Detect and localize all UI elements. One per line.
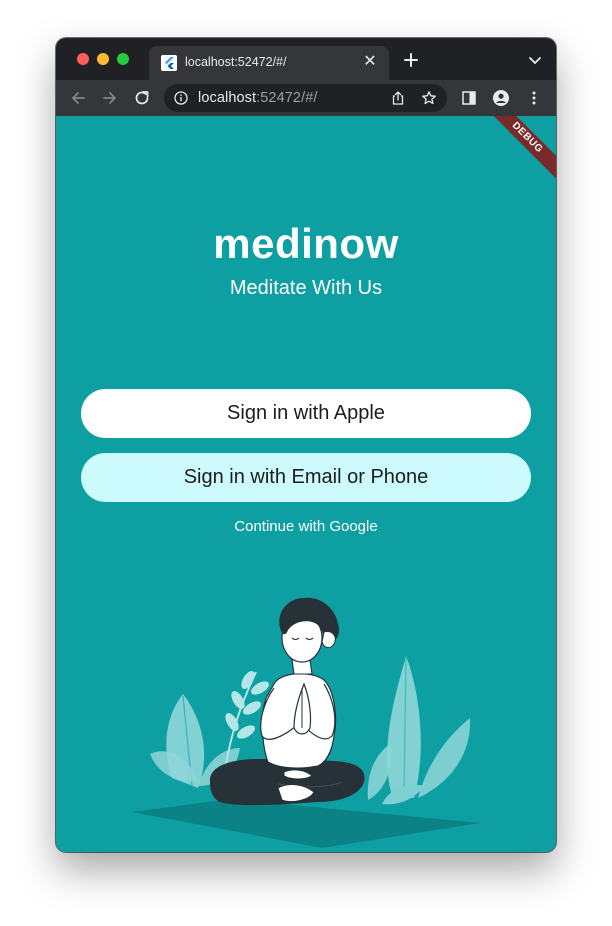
url-host: localhost <box>198 90 257 106</box>
minimize-window-button[interactable] <box>97 53 109 65</box>
debug-banner: DEBUG <box>482 116 556 183</box>
app-content: DEBUG medinow Meditate With Us Sign in w… <box>56 116 556 852</box>
browser-toolbar: localhost:52472/#/ <box>56 80 556 116</box>
info-icon[interactable] <box>174 91 188 105</box>
sign-in-email-button[interactable]: Sign in with Email or Phone <box>81 453 531 502</box>
app-subtitle: Meditate With Us <box>229 277 383 299</box>
address-bar[interactable]: localhost:52472/#/ <box>164 84 447 112</box>
arrow-right-icon[interactable] <box>100 88 120 108</box>
maximize-window-button[interactable] <box>117 53 129 65</box>
browser-tab[interactable]: localhost:52472/#/ ✕ <box>149 46 389 80</box>
tab-title: localhost:52472/#/ <box>185 55 287 69</box>
close-icon[interactable]: ✕ <box>361 53 379 71</box>
meditating-person-illustration <box>132 597 480 848</box>
share-icon[interactable] <box>390 90 406 106</box>
side-panel-icon[interactable] <box>461 90 477 106</box>
chevron-down-icon[interactable] <box>528 53 542 67</box>
flutter-logo-icon <box>161 55 177 71</box>
url-text: localhost:52472/#/ <box>198 90 318 106</box>
sign-in-apple-button[interactable]: Sign in with Apple <box>81 389 531 438</box>
reload-icon[interactable] <box>132 88 152 108</box>
url-path: :52472/#/ <box>256 90 318 106</box>
arrow-left-icon[interactable] <box>68 88 88 108</box>
profile-icon[interactable] <box>493 90 509 106</box>
app-title: medinow <box>213 220 399 267</box>
close-window-button[interactable] <box>77 53 89 65</box>
plus-icon[interactable] <box>401 50 421 70</box>
browser-window: localhost:52472/#/ ✕ localhost:52472/#/ … <box>56 38 556 852</box>
kebab-menu-icon[interactable] <box>526 90 542 106</box>
continue-google-link[interactable]: Continue with Google <box>56 518 556 535</box>
tab-bar: localhost:52472/#/ ✕ <box>56 38 556 80</box>
star-icon[interactable] <box>421 90 437 106</box>
